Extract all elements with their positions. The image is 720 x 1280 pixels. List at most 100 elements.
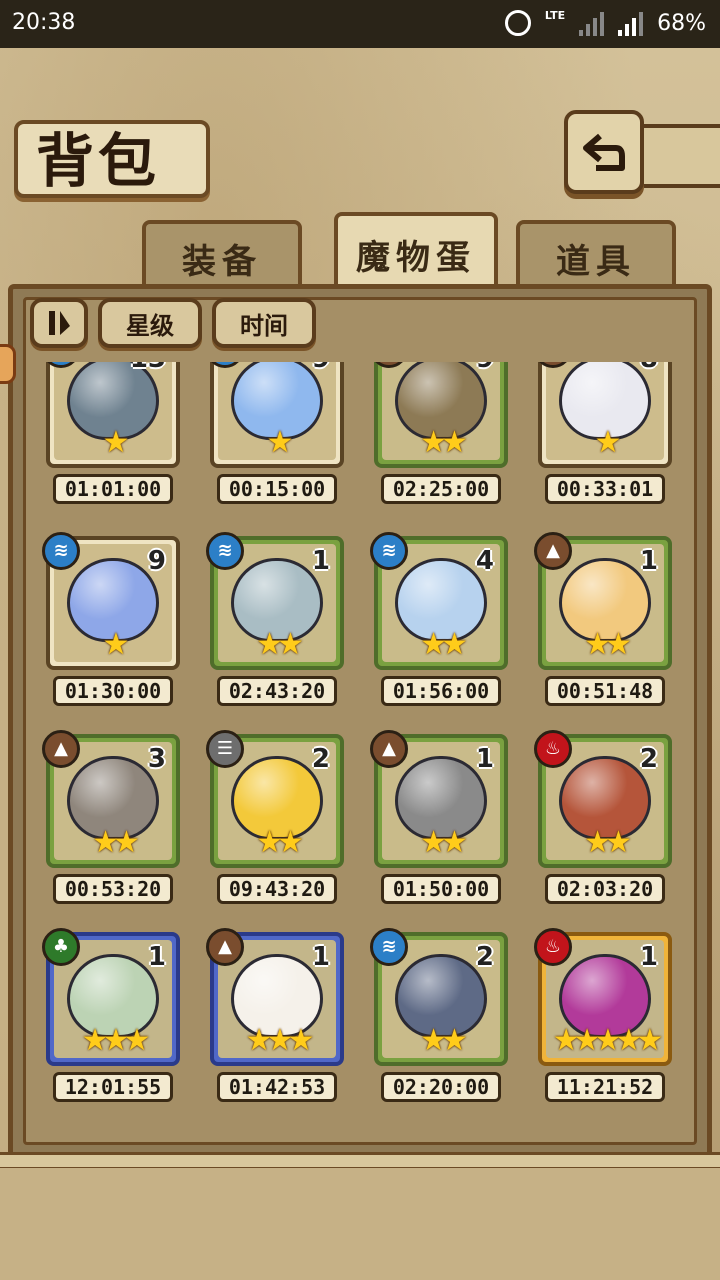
hatch-timer: 00:53:20: [53, 874, 173, 904]
tab-label: 道具: [556, 242, 636, 282]
egg-card[interactable]: ≋13★: [42, 362, 180, 468]
sort-order-button[interactable]: [30, 298, 88, 348]
egg-card[interactable]: ▲ 1 ★★: [370, 730, 508, 868]
water-icon: ≋: [42, 532, 80, 570]
page-title: 背包: [36, 127, 161, 195]
fire-icon: ♨: [534, 928, 572, 966]
star-rating: ★★★: [81, 1023, 151, 1058]
fire-icon: ♨: [534, 730, 572, 768]
egg-card[interactable]: ≋ 9 ★: [42, 532, 180, 670]
egg-count: 1: [147, 942, 166, 972]
tab-label: 魔物蛋: [356, 238, 476, 278]
status-bar: 20:38 LTE 68%: [0, 0, 720, 48]
hatch-timer: 01:01:00: [53, 474, 173, 504]
egg-count: 1: [475, 744, 494, 774]
earth-icon: ▲: [534, 532, 572, 570]
earth-icon: ▲: [42, 730, 80, 768]
tab-equipment[interactable]: 装备: [142, 220, 302, 286]
egg-card[interactable]: ≋ 4 ★★: [370, 532, 508, 670]
header-rail: [644, 124, 720, 188]
egg-count: 3: [147, 744, 166, 774]
egg-card[interactable]: ≋ 2 ★★: [370, 928, 508, 1066]
star-rating: ★★: [420, 425, 468, 460]
tab-bar: 装备 魔物蛋 道具: [12, 212, 708, 286]
egg-count: 1: [639, 546, 658, 576]
clock: 20:38: [12, 10, 76, 35]
star-rating: ★★: [584, 825, 632, 860]
egg-card[interactable]: ▲ 3 ★★: [42, 730, 180, 868]
egg-count: 2: [311, 744, 330, 774]
egg-card[interactable]: ▲ 1 ★★★: [206, 928, 344, 1066]
star-rating: ★★: [92, 825, 140, 860]
egg-card[interactable]: ♨ 2 ★★: [534, 730, 672, 868]
egg-grid: ≋13★01:01:00≋9★00:15:00▲9★★02:25:00▲8★00…: [30, 362, 690, 1142]
star-rating: ★★: [256, 825, 304, 860]
egg-count: 9: [147, 546, 166, 576]
star-rating: ★★: [420, 1023, 468, 1058]
hatch-timer: 01:50:00: [381, 874, 501, 904]
egg-count: 2: [475, 942, 494, 972]
egg-count: 9: [312, 362, 330, 374]
hatch-timer: 02:25:00: [381, 474, 501, 504]
water-icon: ≋: [370, 532, 408, 570]
star-rating: ★: [102, 627, 130, 662]
back-button[interactable]: [564, 110, 644, 194]
alarm-icon: [504, 10, 531, 36]
star-rating: ★★: [256, 627, 304, 662]
earth-icon: ▲: [370, 730, 408, 768]
battery-level: 68%: [657, 10, 706, 36]
egg-card[interactable]: ▲ 1 ★★: [534, 532, 672, 670]
grass-icon: ♣: [42, 928, 80, 966]
star-rating: ★★: [420, 627, 468, 662]
egg-count: 1: [639, 942, 658, 972]
side-expand-arrow-icon[interactable]: [0, 344, 16, 384]
hatch-timer: 11:21:52: [545, 1072, 665, 1102]
tab-label: 装备: [182, 242, 262, 282]
hatch-timer: 12:01:55: [53, 1072, 173, 1102]
egg-card[interactable]: ♣ 1 ★★★: [42, 928, 180, 1066]
star-rating: ★: [102, 425, 130, 460]
hatch-timer: 01:56:00: [381, 676, 501, 706]
star-rating: ★★: [584, 627, 632, 662]
egg-count: 2: [639, 744, 658, 774]
egg-card[interactable]: ≋ 1 ★★: [206, 532, 344, 670]
tab-items[interactable]: 道具: [516, 220, 676, 286]
hatch-timer: 00:51:48: [545, 676, 665, 706]
egg-card[interactable]: ☰ 2 ★★: [206, 730, 344, 868]
signal-icon: [579, 10, 605, 36]
egg-count: 13: [130, 362, 166, 374]
earth-icon: ▲: [206, 928, 244, 966]
egg-count: 9: [476, 362, 494, 374]
hatch-timer: 02:03:20: [545, 874, 665, 904]
hatch-timer: 02:43:20: [217, 676, 337, 706]
water-icon: ≋: [370, 928, 408, 966]
signal-strength-icon: [618, 10, 644, 36]
egg-card[interactable]: ▲9★★: [370, 362, 508, 468]
wind-icon: ☰: [206, 730, 244, 768]
hatch-timer: 01:42:53: [217, 1072, 337, 1102]
water-icon: ≋: [206, 532, 244, 570]
egg-card[interactable]: ♨ 1 ★★★★★: [534, 928, 672, 1066]
hatch-timer: 00:15:00: [217, 474, 337, 504]
egg-card[interactable]: ▲8★: [534, 362, 672, 468]
egg-card[interactable]: ≋9★: [206, 362, 344, 468]
sort-order-icon: [49, 311, 70, 335]
back-arrow-icon: [583, 133, 625, 171]
hatch-timer: 01:30:00: [53, 676, 173, 706]
sort-by-stars-button[interactable]: 星级: [98, 298, 202, 348]
hatch-timer: 09:43:20: [217, 874, 337, 904]
page-title-plate: 背包: [14, 120, 210, 198]
egg-count: 1: [311, 546, 330, 576]
hatch-timer: 02:20:00: [381, 1072, 501, 1102]
egg-count: 8: [640, 362, 658, 374]
tab-monster-eggs[interactable]: 魔物蛋: [334, 212, 498, 284]
sort-by-time-button[interactable]: 时间: [212, 298, 316, 348]
egg-count: 1: [311, 942, 330, 972]
star-rating: ★: [594, 425, 622, 460]
star-rating: ★★: [420, 825, 468, 860]
sort-toolbar: 星级 时间: [30, 298, 316, 348]
star-rating: ★: [266, 425, 294, 460]
star-rating: ★★★★★: [552, 1023, 663, 1058]
network-type: LTE: [544, 8, 566, 22]
star-rating: ★★★: [245, 1023, 315, 1058]
